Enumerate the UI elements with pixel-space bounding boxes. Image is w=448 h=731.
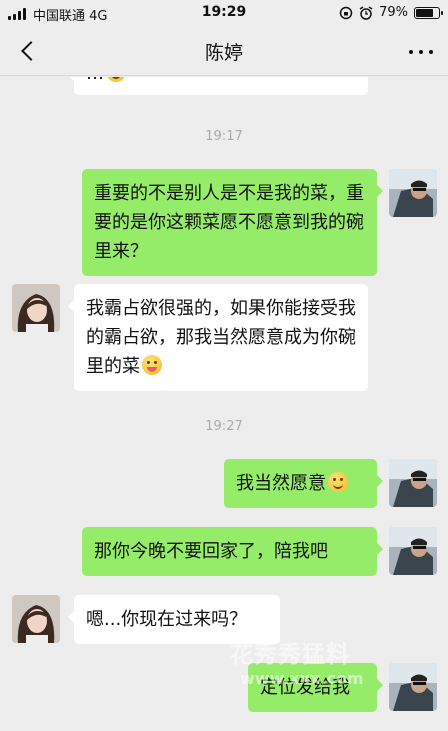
more-dots-icon xyxy=(409,50,413,54)
contact-avatar[interactable] xyxy=(12,595,60,643)
user-avatar-image xyxy=(389,169,437,217)
alarm-icon xyxy=(359,5,373,20)
contact-avatar-image xyxy=(12,284,60,332)
message-text: 重要的不是别人是不是我的菜，重要的是你这颗菜愿不愿意到我的碗里来？ xyxy=(94,183,364,262)
message-bubble-incoming[interactable]: 我霸占欲很强的，如果你能接受我的霸占欲，那我当然愿意成为你碗里的菜 xyxy=(68,284,368,391)
message-text: 那你今晚不要回家了，陪我吧 xyxy=(94,541,328,562)
my-avatar[interactable] xyxy=(389,459,437,507)
message-text: 嗯...你现在过来吗？ xyxy=(86,609,248,630)
message-text: 我霸占欲很强的，如果你能接受我的霸占欲，那我当然愿意成为你碗里的菜 xyxy=(86,298,356,377)
tongue-wink-emoji-icon xyxy=(142,355,162,375)
message-text: 定位发给我 xyxy=(260,677,350,698)
message-bubble-outgoing[interactable]: 重要的不是别人是不是我的菜，重要的是你这颗菜愿不愿意到我的碗里来？ xyxy=(82,169,383,276)
contact-avatar-image xyxy=(12,595,60,643)
contact-avatar[interactable] xyxy=(12,284,60,332)
message-bubble-outgoing[interactable]: 我当然愿意 xyxy=(224,459,383,508)
message-text: … xyxy=(86,77,104,84)
smile-emoji-icon xyxy=(328,472,348,492)
nav-bar: 陈婷 xyxy=(0,26,448,76)
message-bubble-outgoing[interactable]: 那你今晚不要回家了，陪我吧 xyxy=(82,527,383,576)
timestamp: 19:27 xyxy=(205,419,243,434)
chat-area[interactable]: … 19:17 重要的不是别人是不是我的菜，重要的是你这颗菜愿不愿意到我的碗里来… xyxy=(0,77,448,731)
message-text: 我当然愿意 xyxy=(236,473,326,494)
my-avatar[interactable] xyxy=(389,663,437,711)
battery-fill xyxy=(416,8,433,17)
user-avatar-image xyxy=(389,663,437,711)
timestamp: 19:17 xyxy=(205,129,243,144)
user-avatar-image xyxy=(389,459,437,507)
status-bar: 中国联通 4G 19:29 79% xyxy=(0,0,448,26)
user-avatar-image xyxy=(389,527,437,575)
chat-title: 陈婷 xyxy=(204,42,243,64)
rotation-lock-icon xyxy=(339,6,353,19)
more-options-button[interactable] xyxy=(406,36,436,66)
battery-icon xyxy=(414,6,443,19)
message-bubble-outgoing[interactable]: 定位发给我 xyxy=(248,663,383,712)
my-avatar[interactable] xyxy=(389,527,437,575)
status-icons: 79% xyxy=(339,5,443,20)
message-bubble-partial[interactable]: … xyxy=(68,77,368,95)
smile-emoji-icon xyxy=(106,77,126,82)
message-bubble-incoming[interactable]: 嗯...你现在过来吗？ xyxy=(68,595,280,644)
my-avatar[interactable] xyxy=(389,169,437,217)
battery-percent: 79% xyxy=(379,5,408,20)
